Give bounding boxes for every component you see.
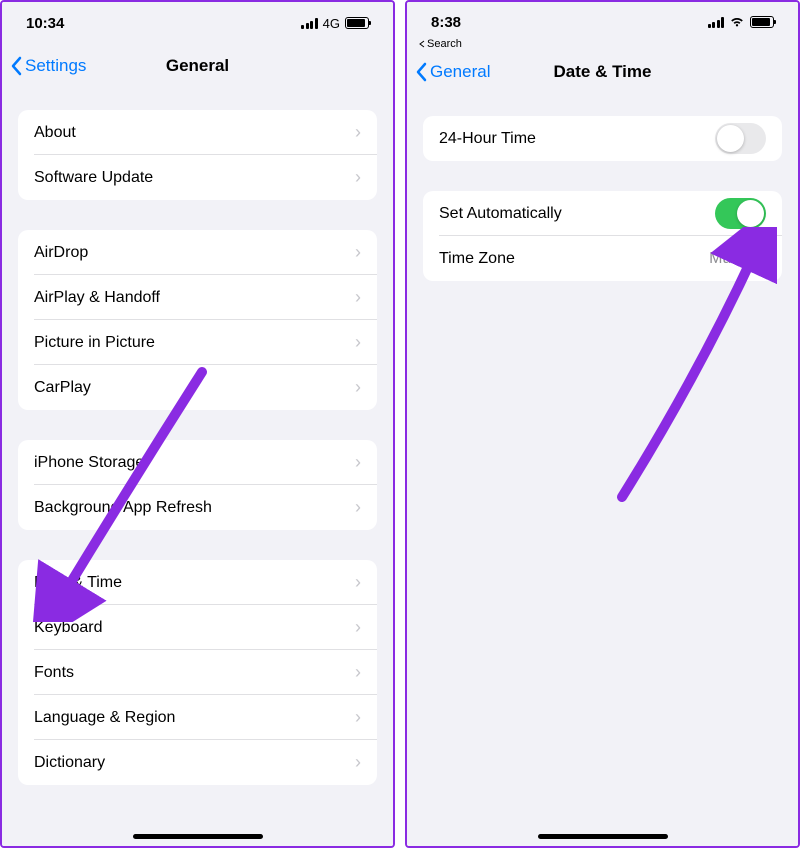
chevron-right-icon: › bbox=[355, 617, 361, 638]
toggle-24hour[interactable] bbox=[715, 123, 766, 154]
chevron-right-icon: › bbox=[355, 572, 361, 593]
row-label: CarPlay bbox=[34, 379, 91, 397]
toggle-set-automatically[interactable] bbox=[715, 198, 766, 229]
group-24hour: 24-Hour Time bbox=[423, 116, 782, 161]
home-indicator[interactable] bbox=[133, 834, 263, 839]
chevron-left-icon bbox=[10, 56, 22, 76]
wifi-icon bbox=[729, 16, 745, 28]
row-date-time[interactable]: Date & Time › bbox=[18, 560, 377, 605]
row-set-automatically[interactable]: Set Automatically bbox=[423, 191, 782, 236]
back-button[interactable]: General bbox=[415, 62, 490, 82]
page-title: Date & Time bbox=[554, 62, 652, 82]
status-bar: 8:38 bbox=[407, 2, 798, 36]
row-label: AirPlay & Handoff bbox=[34, 289, 160, 307]
battery-icon bbox=[750, 16, 774, 28]
chevron-left-icon bbox=[415, 62, 427, 82]
row-dictionary[interactable]: Dictionary › bbox=[18, 740, 377, 785]
chevron-right-icon: › bbox=[355, 287, 361, 308]
row-label: Dictionary bbox=[34, 754, 105, 772]
network-label: 4G bbox=[323, 16, 340, 31]
battery-icon bbox=[345, 17, 369, 29]
row-label: Fonts bbox=[34, 664, 74, 682]
row-software-update[interactable]: Software Update › bbox=[18, 155, 377, 200]
cellular-signal-icon bbox=[301, 18, 318, 29]
row-fonts[interactable]: Fonts › bbox=[18, 650, 377, 695]
row-label: AirDrop bbox=[34, 244, 88, 262]
phone-right-datetime: 8:38 Search General Date & Time 24-Hour … bbox=[405, 0, 800, 848]
status-bar: 10:34 4G bbox=[2, 2, 393, 44]
row-label: Set Automatically bbox=[439, 205, 562, 223]
nav-bar: Settings General bbox=[2, 44, 393, 88]
row-carplay[interactable]: CarPlay › bbox=[18, 365, 377, 410]
row-airdrop[interactable]: AirDrop › bbox=[18, 230, 377, 275]
chevron-right-icon: › bbox=[355, 497, 361, 518]
row-keyboard[interactable]: Keyboard › bbox=[18, 605, 377, 650]
row-picture-in-picture[interactable]: Picture in Picture › bbox=[18, 320, 377, 365]
nav-bar: General Date & Time bbox=[407, 50, 798, 94]
settings-content[interactable]: About›Software Update›AirDrop›AirPlay & … bbox=[2, 88, 393, 846]
row-label: Keyboard bbox=[34, 619, 103, 637]
home-indicator[interactable] bbox=[538, 834, 668, 839]
chevron-right-icon: › bbox=[355, 452, 361, 473]
row-label: Time Zone bbox=[439, 250, 515, 268]
status-time: 10:34 bbox=[26, 15, 64, 32]
datetime-content[interactable]: 24-Hour Time Set Automatically Time Zone… bbox=[407, 94, 798, 846]
row-24hour-time[interactable]: 24-Hour Time bbox=[423, 116, 782, 161]
breadcrumb-back[interactable]: Search bbox=[407, 36, 798, 50]
chevron-right-icon: › bbox=[355, 707, 361, 728]
row-label: 24-Hour Time bbox=[439, 130, 536, 148]
chevron-right-icon: › bbox=[355, 662, 361, 683]
status-time: 8:38 bbox=[431, 14, 461, 31]
row-label: iPhone Storage bbox=[34, 454, 144, 472]
row-label: Software Update bbox=[34, 169, 153, 187]
phone-left-general: 10:34 4G Settings General About›Software… bbox=[0, 0, 395, 848]
chevron-right-icon: › bbox=[355, 242, 361, 263]
back-label: Settings bbox=[25, 56, 86, 76]
row-background-app-refresh[interactable]: Background App Refresh › bbox=[18, 485, 377, 530]
settings-group: iPhone Storage › Background App Refresh › bbox=[18, 440, 377, 530]
status-right: 4G bbox=[301, 16, 369, 31]
settings-group: AirDrop›AirPlay & Handoff›Picture in Pic… bbox=[18, 230, 377, 410]
row-label: About bbox=[34, 124, 76, 142]
row-time-zone[interactable]: Time Zone Mumbai bbox=[423, 236, 782, 281]
row-label: Background App Refresh bbox=[34, 499, 212, 517]
chevron-right-icon: › bbox=[355, 377, 361, 398]
back-label: General bbox=[430, 62, 490, 82]
group-auto-tz: Set Automatically Time Zone Mumbai bbox=[423, 191, 782, 281]
row-language-region[interactable]: Language & Region › bbox=[18, 695, 377, 740]
chevron-right-icon: › bbox=[355, 752, 361, 773]
status-right bbox=[708, 16, 775, 28]
row-label: Language & Region bbox=[34, 709, 175, 727]
chevron-right-icon: › bbox=[355, 167, 361, 188]
back-button[interactable]: Settings bbox=[10, 56, 86, 76]
breadcrumb-caret-icon bbox=[419, 40, 425, 48]
settings-group: Date & Time›Keyboard›Fonts›Language & Re… bbox=[18, 560, 377, 785]
time-zone-value: Mumbai bbox=[709, 250, 766, 268]
chevron-right-icon: › bbox=[355, 122, 361, 143]
breadcrumb-label: Search bbox=[427, 38, 462, 50]
row-airplay-handoff[interactable]: AirPlay & Handoff › bbox=[18, 275, 377, 320]
row-label: Date & Time bbox=[34, 574, 122, 592]
settings-group: About › Software Update › bbox=[18, 110, 377, 200]
cellular-signal-icon bbox=[708, 17, 725, 28]
page-title: General bbox=[166, 56, 229, 76]
row-iphone-storage[interactable]: iPhone Storage › bbox=[18, 440, 377, 485]
row-about[interactable]: About › bbox=[18, 110, 377, 155]
chevron-right-icon: › bbox=[355, 332, 361, 353]
row-label: Picture in Picture bbox=[34, 334, 155, 352]
